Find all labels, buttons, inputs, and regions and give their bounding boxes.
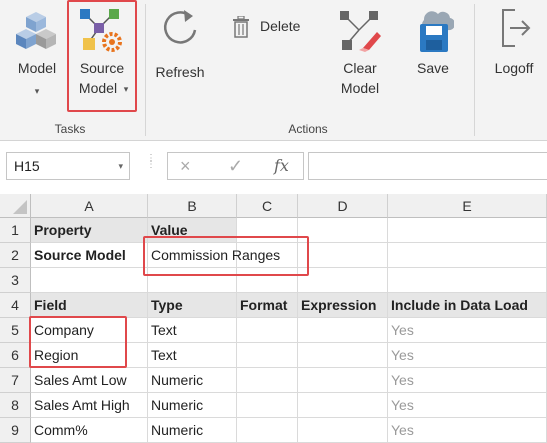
delete-label: Delete xyxy=(260,18,301,34)
column-header-e[interactable]: E xyxy=(388,194,547,218)
row-header[interactable]: 7 xyxy=(0,368,31,393)
clear-model-label-2: Model xyxy=(340,80,380,96)
cell-d3[interactable] xyxy=(298,268,388,293)
cell-e8[interactable]: Yes xyxy=(388,393,547,418)
clear-model-label-1: Clear xyxy=(343,60,377,76)
cell-a5[interactable]: Company xyxy=(31,318,148,343)
cell-a9[interactable]: Comm% xyxy=(31,418,148,443)
save-label: Save xyxy=(417,60,449,76)
cell-c2[interactable] xyxy=(237,243,298,268)
column-header-d[interactable]: D xyxy=(298,194,388,218)
cell-c7[interactable] xyxy=(237,368,298,393)
cell-d7[interactable] xyxy=(298,368,388,393)
cubes-icon xyxy=(16,12,56,49)
cell-b5[interactable]: Text xyxy=(148,318,237,343)
column-header-c[interactable]: C xyxy=(237,194,298,218)
cell-a6[interactable]: Region xyxy=(31,343,148,368)
refresh-button[interactable]: Refresh xyxy=(150,4,210,94)
enter-icon[interactable]: ✓ xyxy=(228,153,243,179)
name-box[interactable]: H15 ▾ xyxy=(6,152,130,180)
formula-bar-grip[interactable]: ⋮⋮ xyxy=(146,154,156,176)
cell-e7[interactable]: Yes xyxy=(388,368,547,393)
row-header[interactable]: 2 xyxy=(0,243,31,268)
cancel-icon[interactable]: × xyxy=(180,153,191,179)
cell-e3[interactable] xyxy=(388,268,547,293)
row-header[interactable]: 6 xyxy=(0,343,31,368)
cell-b9[interactable]: Numeric xyxy=(148,418,237,443)
row-header[interactable]: 9 xyxy=(0,418,31,443)
save-icon xyxy=(420,11,454,52)
cell-a1[interactable]: Property xyxy=(31,218,148,243)
cell-e4[interactable]: Include in Data Load xyxy=(388,293,547,318)
clear-model-icon xyxy=(340,11,381,52)
cell-c4[interactable]: Format xyxy=(237,293,298,318)
trash-icon xyxy=(233,16,249,38)
cell-c5[interactable] xyxy=(237,318,298,343)
cell-e1[interactable] xyxy=(388,218,547,243)
delete-button[interactable]: Delete xyxy=(230,14,310,40)
cell-d4[interactable]: Expression xyxy=(298,293,388,318)
clear-model-button[interactable]: Clear Model xyxy=(334,4,386,104)
cell-e6[interactable]: Yes xyxy=(388,343,547,368)
cell-b8[interactable]: Numeric xyxy=(148,393,237,418)
cell-d2[interactable] xyxy=(298,243,388,268)
cell-c1[interactable] xyxy=(237,218,298,243)
logoff-button[interactable]: Logoff xyxy=(485,4,543,84)
row-header[interactable]: 8 xyxy=(0,393,31,418)
row-header[interactable]: 3 xyxy=(0,268,31,293)
cell-c6[interactable] xyxy=(237,343,298,368)
cell-e9[interactable]: Yes xyxy=(388,418,547,443)
insert-function-icon[interactable]: fx xyxy=(274,153,289,179)
row-header[interactable]: 5 xyxy=(0,318,31,343)
cell-a7[interactable]: Sales Amt Low xyxy=(31,368,148,393)
column-header-a[interactable]: A xyxy=(31,194,148,218)
cell-b3[interactable] xyxy=(148,268,237,293)
cell-e2[interactable] xyxy=(388,243,547,268)
refresh-icon xyxy=(163,10,197,44)
group-label-actions: Actions xyxy=(288,122,328,136)
cell-d6[interactable] xyxy=(298,343,388,368)
cell-a3[interactable] xyxy=(31,268,148,293)
cell-b7[interactable]: Numeric xyxy=(148,368,237,393)
save-button[interactable]: Save xyxy=(410,4,456,84)
logoff-icon xyxy=(502,9,531,47)
group-label-tasks: Tasks xyxy=(54,122,86,136)
name-box-value: H15 xyxy=(14,158,40,174)
cell-a8[interactable]: Sales Amt High xyxy=(31,393,148,418)
cell-d9[interactable] xyxy=(298,418,388,443)
source-model-button[interactable]: Source Model ▾ xyxy=(69,4,135,110)
formula-input[interactable] xyxy=(308,152,547,180)
refresh-label: Refresh xyxy=(155,64,205,80)
select-all-corner[interactable] xyxy=(0,194,31,218)
cell-d8[interactable] xyxy=(298,393,388,418)
cell-c8[interactable] xyxy=(237,393,298,418)
cell-d1[interactable] xyxy=(298,218,388,243)
formula-buttons: × ✓ fx xyxy=(167,152,304,180)
cell-b2[interactable]: Commission Ranges xyxy=(148,243,280,268)
corner-triangle-icon xyxy=(13,200,27,214)
cell-b1[interactable]: Value xyxy=(148,218,237,243)
column-header-b[interactable]: B xyxy=(148,194,237,218)
cell-b4[interactable]: Type xyxy=(148,293,237,318)
cell-e5[interactable]: Yes xyxy=(388,318,547,343)
chevron-down-icon[interactable]: ▾ xyxy=(118,153,123,179)
source-model-label-1: Source xyxy=(79,60,125,76)
cell-c9[interactable] xyxy=(237,418,298,443)
cell-d5[interactable] xyxy=(298,318,388,343)
cell-a2[interactable]: Source Model xyxy=(31,243,148,268)
model-label: Model xyxy=(17,60,57,76)
separator xyxy=(474,4,475,136)
chevron-down-icon: ▾ xyxy=(34,86,40,96)
cell-b6[interactable]: Text xyxy=(148,343,237,368)
cell-c3[interactable] xyxy=(237,268,298,293)
model-button[interactable]: Model ▾ xyxy=(8,4,66,116)
row-header[interactable]: 4 xyxy=(0,293,31,318)
row-header[interactable]: 1 xyxy=(0,218,31,243)
logoff-label: Logoff xyxy=(494,60,534,76)
chevron-down-icon: ▾ xyxy=(123,84,129,94)
source-model-icon xyxy=(80,9,122,52)
cell-a4[interactable]: Field xyxy=(31,293,148,318)
separator xyxy=(145,4,146,136)
ribbon: Model ▾ Source Model ▾ Refresh Delete Cl… xyxy=(0,0,547,141)
